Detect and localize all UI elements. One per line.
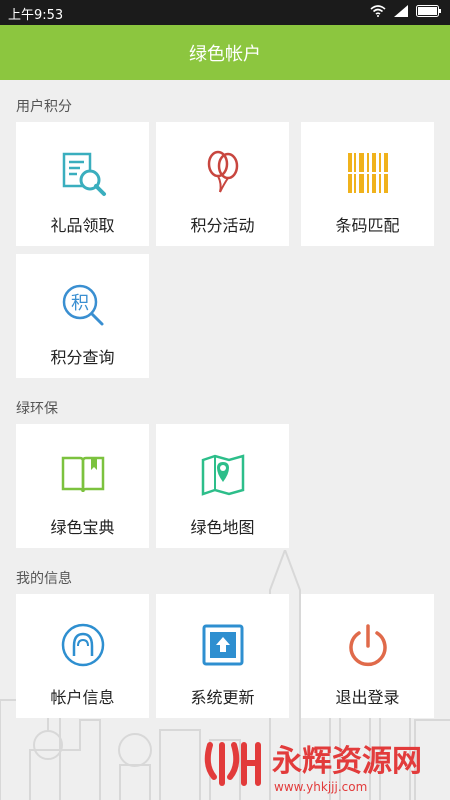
section-label-user-points: 用户积分 xyxy=(16,99,72,115)
page-title: 绿色帐户 xyxy=(189,43,261,65)
battery-icon xyxy=(416,5,441,17)
points-search-icon: 积 xyxy=(62,284,103,326)
status-time: 上午9:53 xyxy=(8,8,64,23)
tile-label: 帐户信息 xyxy=(50,688,115,707)
watermark-url: www.yhkjjj.com xyxy=(274,780,367,794)
tile-label: 绿色宝典 xyxy=(50,518,115,537)
tile-label: 条码匹配 xyxy=(335,216,400,235)
section-label-my-info: 我的信息 xyxy=(16,571,72,587)
tile-account-info[interactable]: 帐户信息 xyxy=(16,594,149,718)
tile-label: 积分活动 xyxy=(190,216,255,235)
tile-green-guide[interactable]: 绿色宝典 xyxy=(16,424,149,548)
book-icon xyxy=(61,456,104,493)
tile-label: 绿色地图 xyxy=(190,518,255,537)
signal-icon xyxy=(394,5,408,17)
balloon-icon xyxy=(207,150,238,193)
watermark-text: 永辉资源网 xyxy=(272,744,422,779)
tile-system-update[interactable]: 系统更新 xyxy=(156,594,289,718)
tile-green-map[interactable]: 绿色地图 xyxy=(156,424,289,548)
tile-label: 退出登录 xyxy=(335,688,400,707)
wifi-icon xyxy=(370,5,386,17)
map-icon xyxy=(201,454,244,496)
section-label-green: 绿环保 xyxy=(16,401,58,417)
tile-label: 礼品领取 xyxy=(50,216,115,235)
status-icons xyxy=(370,5,442,17)
update-icon xyxy=(202,624,243,666)
app-header: 绿色帐户 xyxy=(0,25,450,80)
barcode-icon xyxy=(344,153,391,193)
tile-points-activity[interactable]: 积分活动 xyxy=(156,122,289,246)
user-icon xyxy=(61,623,104,667)
tile-barcode-match[interactable]: 条码匹配 xyxy=(301,122,434,246)
watermark-logo: 永辉资源网 www.yhkjjj.com xyxy=(204,742,422,794)
power-icon xyxy=(348,624,387,667)
status-bar: 上午9:53 xyxy=(0,0,450,25)
tile-label: 系统更新 xyxy=(190,688,255,707)
tile-logout[interactable]: 退出登录 xyxy=(301,594,434,718)
tile-label: 积分查询 xyxy=(50,348,115,367)
points-glyph: 积 xyxy=(71,293,89,314)
tile-points-query[interactable]: 积 积分查询 xyxy=(16,254,149,378)
gift-search-icon xyxy=(62,152,106,196)
tile-gift-redeem[interactable]: 礼品领取 xyxy=(16,122,149,246)
